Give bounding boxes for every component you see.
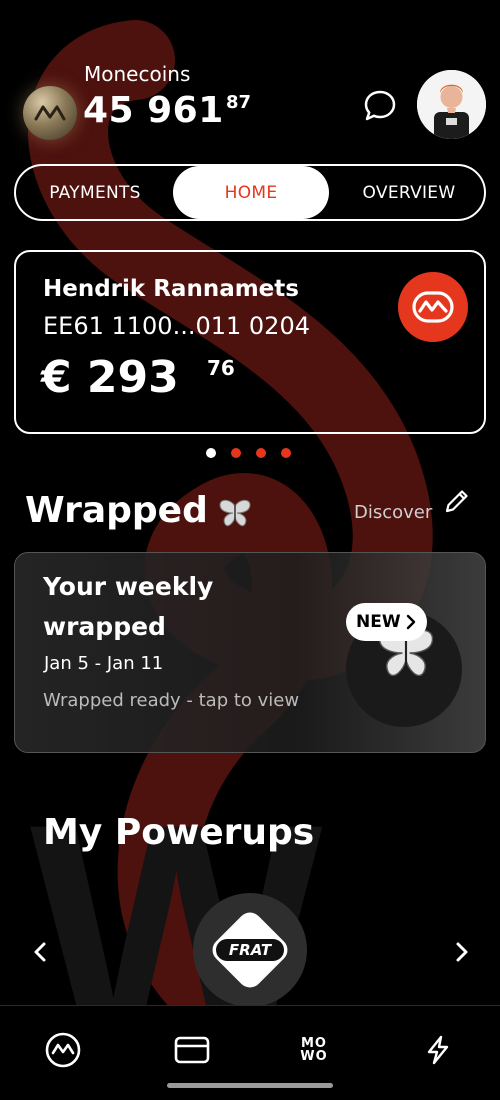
wrapped-card-subtitle: Wrapped ready - tap to view — [43, 690, 300, 711]
nav-powerups[interactable] — [416, 1028, 460, 1072]
account-balance: € 293 — [41, 352, 179, 403]
powerup-item[interactable]: FRAT — [193, 893, 307, 1007]
tab-overview[interactable]: OVERVIEW — [334, 166, 484, 219]
nav-home[interactable] — [41, 1028, 85, 1072]
discover-link[interactable]: Discover — [354, 502, 432, 523]
nav-cards[interactable] — [170, 1028, 214, 1072]
wrapped-card-title: Your weekly wrapped — [43, 572, 214, 641]
powerups-heading: My Powerups — [43, 812, 315, 853]
nav-mowo[interactable]: MO WO — [292, 1028, 336, 1072]
avatar[interactable] — [417, 70, 486, 139]
new-badge-label: NEW — [356, 612, 401, 632]
monecoin-icon — [23, 86, 77, 140]
home-indicator[interactable] — [167, 1083, 333, 1088]
tab-payments[interactable]: PAYMENTS — [16, 166, 174, 219]
butterfly-icon — [219, 499, 251, 527]
account-balance-cents: 76 — [207, 356, 235, 380]
weekly-wrapped-card[interactable]: Your weekly wrapped Jan 5 - Jan 11 Wrapp… — [14, 552, 486, 753]
chevron-right-icon — [456, 942, 468, 962]
coins-amount: 45 961 — [83, 90, 224, 131]
mone-logo-icon — [398, 272, 468, 342]
chat-bubble-icon — [364, 90, 396, 121]
account-card[interactable]: Hendrik Rannamets EE61 1100...011 0204 €… — [14, 250, 486, 434]
chevron-right-icon — [406, 614, 415, 630]
carousel-dot[interactable] — [231, 448, 241, 458]
card-icon — [174, 1036, 210, 1064]
account-iban: EE61 1100...011 0204 — [43, 312, 310, 340]
coins-label: Monecoins — [84, 62, 191, 86]
new-badge: NEW — [346, 603, 427, 641]
mowo-line2: WO — [300, 1049, 328, 1064]
chat-button[interactable] — [360, 86, 400, 126]
carousel-dot[interactable] — [281, 448, 291, 458]
carousel-dots — [206, 448, 291, 458]
tab-bar: PAYMENTS HOME OVERVIEW — [14, 164, 486, 221]
carousel-dot[interactable] — [206, 448, 216, 458]
coins-cents: 87 — [226, 92, 252, 113]
pencil-icon[interactable] — [442, 486, 472, 516]
carousel-prev-button[interactable] — [26, 937, 54, 967]
mowo-icon: MO WO — [300, 1037, 327, 1063]
powerup-label: FRAT — [229, 941, 273, 959]
carousel-next-button[interactable] — [448, 937, 476, 967]
lightning-icon — [427, 1035, 449, 1065]
tab-home[interactable]: HOME — [173, 166, 329, 219]
account-holder-name: Hendrik Rannamets — [43, 276, 299, 302]
wrapped-date-range: Jan 5 - Jan 11 — [44, 653, 164, 674]
frat-powerup-icon: FRAT — [212, 912, 288, 988]
carousel-dot[interactable] — [256, 448, 266, 458]
pulse-home-icon — [45, 1032, 81, 1068]
chevron-left-icon — [34, 942, 46, 962]
wrapped-heading: Wrapped — [25, 490, 208, 531]
